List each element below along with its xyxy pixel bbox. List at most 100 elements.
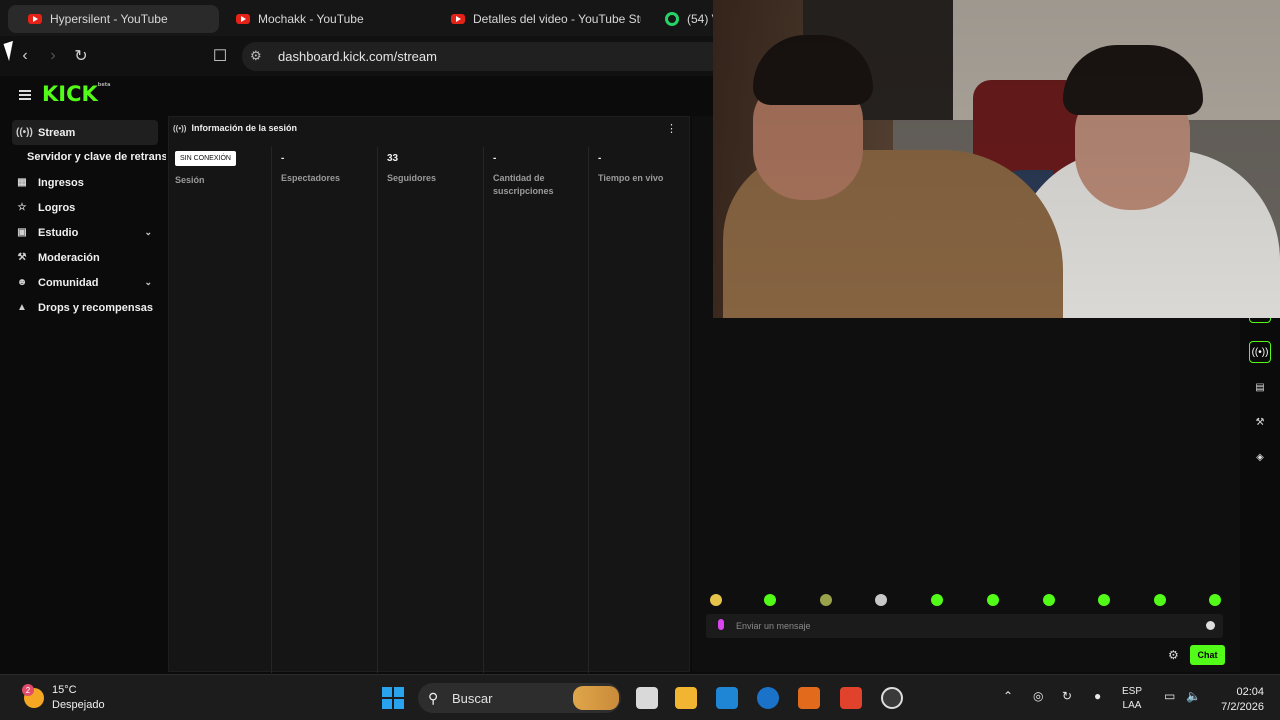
stat-followers: 33 Seguidores	[377, 147, 483, 673]
notification-badge: 2	[22, 684, 34, 696]
sidebar-item-label: Logros	[38, 201, 76, 214]
emote-icon[interactable]	[1043, 594, 1055, 606]
trophy-icon: ☆	[17, 202, 27, 213]
session-info-panel: ((•)) Información de la sesión ⋮ SIN CON…	[168, 116, 690, 673]
browser-tab-mochakk[interactable]: Mochakk - YouTube	[216, 5, 421, 33]
sidebar-item-comunidad[interactable]: ☻ Comunidad ⌄	[12, 270, 158, 295]
kick-logo[interactable]: KICKbeta	[42, 82, 111, 106]
youtube-icon	[236, 14, 250, 24]
forward-icon[interactable]: ›	[43, 46, 63, 66]
chat-message-input[interactable]: Enviar un mensaje	[706, 614, 1223, 638]
dashboard-sidebar: ((•)) Stream Servidor y clave de retrans…	[0, 116, 166, 672]
emote-icon[interactable]	[820, 594, 832, 606]
emoji-icon[interactable]	[1206, 621, 1215, 630]
stat-label: Espectadores	[281, 173, 341, 183]
browser-tab-video-details[interactable]: Detalles del video - YouTube Stud	[431, 5, 641, 33]
community-icon[interactable]: ◈	[1249, 446, 1271, 468]
broadcast-icon[interactable]: ((•))	[1249, 341, 1271, 363]
whatsapp-icon	[665, 12, 679, 26]
chat-settings-icon[interactable]: ⚙	[1168, 648, 1179, 662]
reload-icon[interactable]: ↻	[71, 46, 91, 66]
tab-title: (54) V	[687, 12, 713, 26]
emote-icon[interactable]	[1098, 594, 1110, 606]
sidebar-item-label: Moderación	[38, 251, 100, 264]
browser-tab-hypersilent[interactable]: Hypersilent - YouTube	[8, 5, 219, 33]
session-panel-header: ((•)) Información de la sesión	[173, 123, 297, 133]
windows-start-icon[interactable]	[382, 687, 404, 709]
sync-icon[interactable]: ◎	[1033, 689, 1043, 703]
taskbar-search[interactable]: ⚲ Buscar	[418, 683, 621, 713]
stat-viewers: - Espectadores	[271, 147, 377, 673]
file-explorer-icon[interactable]	[675, 687, 697, 709]
refresh-icon[interactable]: ↻	[1062, 689, 1072, 703]
sidebar-item-moderacion[interactable]: ⚒ Moderación	[12, 245, 158, 270]
url-text: dashboard.kick.com/stream	[278, 49, 437, 64]
chat-send-button[interactable]: Chat	[1190, 645, 1225, 665]
weather-description: Despejado	[52, 699, 105, 711]
obs-icon[interactable]	[881, 687, 903, 709]
volume-icon[interactable]: 🔈	[1186, 689, 1201, 703]
fl-studio-icon[interactable]	[798, 687, 820, 709]
stack-icon[interactable]: ▤	[1249, 376, 1271, 398]
broadcast-icon: ((•))	[173, 123, 187, 133]
sidebar-item-label: Ingresos	[38, 176, 84, 189]
mail-icon[interactable]	[757, 687, 779, 709]
search-highlight-image	[573, 686, 619, 710]
emote-icon[interactable]	[875, 594, 887, 606]
stat-label: Seguidores	[387, 173, 437, 183]
menu-icon[interactable]	[19, 90, 31, 100]
stat-live-time: - Tiempo en vivo	[588, 147, 690, 673]
sidebar-item-stream[interactable]: ((•)) Stream	[12, 120, 158, 145]
search-label: Buscar	[452, 690, 493, 706]
site-settings-icon[interactable]: ⚙	[250, 48, 262, 64]
revenue-icon: ▦	[17, 177, 27, 188]
stat-session: SIN CONEXIÓN Sesión	[169, 147, 271, 673]
sidebar-item-label: Comunidad	[38, 276, 99, 289]
emote-bar	[706, 594, 1226, 608]
sidebar-item-label: Estudio	[38, 226, 79, 239]
emote-icon[interactable]	[931, 594, 943, 606]
system-clock[interactable]: 02:04 7/2/2026	[1208, 685, 1264, 715]
microsoft-store-icon[interactable]	[716, 687, 738, 709]
tab-title: Detalles del video - YouTube Stud	[473, 12, 641, 26]
microphone-icon[interactable]	[718, 619, 724, 630]
microphone-icon[interactable]: ●	[1094, 689, 1101, 703]
network-icon[interactable]: ▭	[1164, 689, 1175, 703]
weather-sun-icon: 2	[22, 684, 44, 708]
wrench-icon[interactable]: ⚒	[1249, 411, 1271, 433]
sidebar-item-logros[interactable]: ☆ Logros	[12, 195, 158, 220]
task-view-icon[interactable]	[636, 687, 658, 709]
chevron-up-icon[interactable]: ⌃	[1003, 689, 1013, 703]
emote-icon[interactable]	[1209, 594, 1221, 606]
community-icon: ☻	[16, 277, 28, 288]
browser-toolbar: ‹ › ↻ ☐ ⚙ dashboard.kick.com/stream	[0, 36, 713, 76]
brave-browser-icon[interactable]	[840, 687, 862, 709]
chat-input-placeholder: Enviar un mensaje	[736, 621, 811, 631]
tab-title: Hypersilent - YouTube	[50, 12, 168, 26]
sidebar-item-estudio[interactable]: ▣ Estudio ⌄	[12, 220, 158, 245]
sidebar-item-drops[interactable]: ▲ Drops y recompensas	[12, 295, 158, 320]
emote-icon[interactable]	[710, 594, 722, 606]
browser-tab-strip: Hypersilent - YouTube Mochakk - YouTube …	[0, 0, 713, 36]
weather-widget[interactable]: 2 15°C Despejado	[22, 683, 105, 713]
stat-subscriptions: - Cantidad de suscripciones	[483, 147, 588, 673]
wrench-icon: ⚒	[17, 252, 27, 263]
more-options-icon[interactable]: ⋮	[666, 122, 677, 135]
kick-header: KICKbeta	[0, 76, 713, 116]
browser-tab-whatsapp[interactable]: (54) V	[645, 5, 713, 33]
emote-icon[interactable]	[987, 594, 999, 606]
stat-label: Cantidad de suscripciones	[493, 173, 554, 196]
emote-icon[interactable]	[1154, 594, 1166, 606]
sidebar-item-ingresos[interactable]: ▦ Ingresos	[12, 170, 158, 195]
broadcast-icon: ((•))	[16, 127, 33, 138]
address-bar[interactable]: ⚙ dashboard.kick.com/stream	[242, 42, 713, 71]
search-icon: ⚲	[428, 690, 439, 706]
emote-icon[interactable]	[764, 594, 776, 606]
chevron-down-icon: ⌄	[144, 277, 152, 287]
windows-taskbar: 2 15°C Despejado ⚲ Buscar ⌃ ◎ ↻ ● ESP LA…	[0, 674, 1280, 720]
stat-value: -	[281, 153, 285, 164]
language-indicator[interactable]: ESP LAA	[1122, 685, 1142, 713]
sidebar-subitem-server-key[interactable]: Servidor y clave de retransm	[27, 151, 166, 163]
bookmark-icon[interactable]: ☐	[210, 46, 230, 66]
stat-value: -	[493, 153, 497, 164]
